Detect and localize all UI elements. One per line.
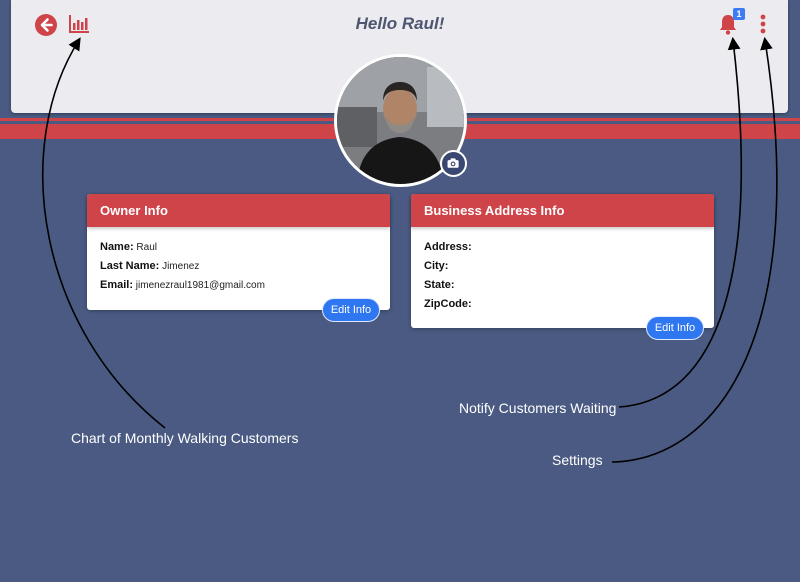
edit-owner-info-button[interactable]: Edit Info bbox=[322, 298, 380, 322]
kebab-menu-icon[interactable] bbox=[757, 13, 769, 35]
city-row: City: bbox=[424, 259, 714, 278]
owner-info-title: Owner Info bbox=[87, 194, 390, 227]
owner-last-name-row: Last Name: Jimenez bbox=[100, 259, 390, 278]
camera-icon[interactable] bbox=[440, 150, 467, 177]
zipcode-row: ZipCode: bbox=[424, 297, 714, 316]
arrow-left-circle-icon[interactable] bbox=[34, 13, 58, 37]
email-value: jimenezraul1981@gmail.com bbox=[135, 280, 265, 291]
address-label: Address: bbox=[424, 241, 472, 253]
business-address-card: Business Address Info Address: City: Sta… bbox=[411, 194, 714, 340]
business-address-title: Business Address Info bbox=[411, 194, 714, 227]
city-label: City: bbox=[424, 260, 449, 272]
owner-name-row: Name: Raul bbox=[100, 240, 390, 259]
name-label: Name: bbox=[100, 241, 134, 253]
bar-chart-icon[interactable] bbox=[68, 14, 90, 34]
last-name-value: Jimenez bbox=[162, 261, 200, 272]
notification-badge: 1 bbox=[733, 8, 745, 20]
name-value: Raul bbox=[136, 242, 157, 253]
owner-info-card: Owner Info Name: Raul Last Name: Jimenez… bbox=[87, 194, 390, 322]
annotation-chart: Chart of Monthly Walking Customers bbox=[71, 430, 299, 446]
zipcode-label: ZipCode: bbox=[424, 298, 472, 310]
state-row: State: bbox=[424, 278, 714, 297]
annotation-settings: Settings bbox=[552, 452, 603, 468]
annotation-notify: Notify Customers Waiting bbox=[459, 400, 617, 416]
edit-business-info-button[interactable]: Edit Info bbox=[646, 316, 704, 340]
page-title: Hello Raul! bbox=[355, 14, 445, 33]
owner-email-row: Email: jimenezraul1981@gmail.com bbox=[100, 278, 390, 297]
last-name-label: Last Name: bbox=[100, 260, 160, 272]
address-row: Address: bbox=[424, 240, 714, 259]
state-label: State: bbox=[424, 279, 455, 291]
email-label: Email: bbox=[100, 279, 134, 291]
